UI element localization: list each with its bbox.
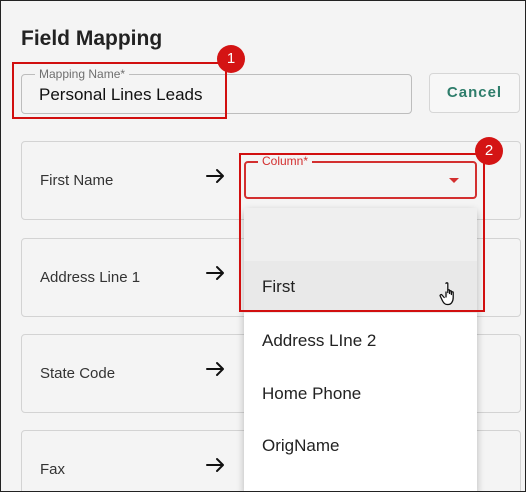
page-title: Field Mapping: [21, 27, 163, 50]
menu-item-home-phone[interactable]: Home Phone: [244, 368, 477, 420]
menu-item-address-line-2[interactable]: Address LIne 2: [244, 315, 477, 367]
arrow-right-icon: [206, 266, 224, 280]
column-dropdown-menu: First Address LIne 2 Home Phone OrigName: [244, 208, 477, 491]
callout-badge-1: 1: [217, 45, 245, 73]
caret-down-icon[interactable]: [449, 178, 459, 183]
arrow-right-icon: [206, 169, 224, 183]
field-label-address-line-1: Address Line 1: [40, 269, 141, 286]
mapping-name-field[interactable]: Mapping Name* Personal Lines Leads: [21, 67, 412, 114]
field-mapping-panel: Field Mapping Mapping Name* Personal Lin…: [0, 0, 526, 492]
hand-pointer-icon: [439, 282, 454, 306]
callout-badge-2: 2: [475, 137, 503, 165]
field-label-first-name: First Name: [40, 172, 114, 189]
field-label-fax: Fax: [40, 461, 66, 478]
cancel-button[interactable]: Cancel: [429, 73, 520, 113]
menu-item-origname[interactable]: OrigName: [244, 420, 477, 472]
mapping-name-label: Mapping Name*: [35, 67, 130, 81]
mapping-name-value[interactable]: Personal Lines Leads: [39, 85, 203, 105]
column-select-label: Column*: [258, 154, 313, 168]
arrow-right-icon: [206, 362, 224, 376]
menu-item-empty[interactable]: [244, 208, 477, 261]
column-select[interactable]: Column*: [244, 154, 477, 199]
arrow-right-icon: [206, 458, 224, 472]
field-label-state-code: State Code: [40, 365, 116, 382]
